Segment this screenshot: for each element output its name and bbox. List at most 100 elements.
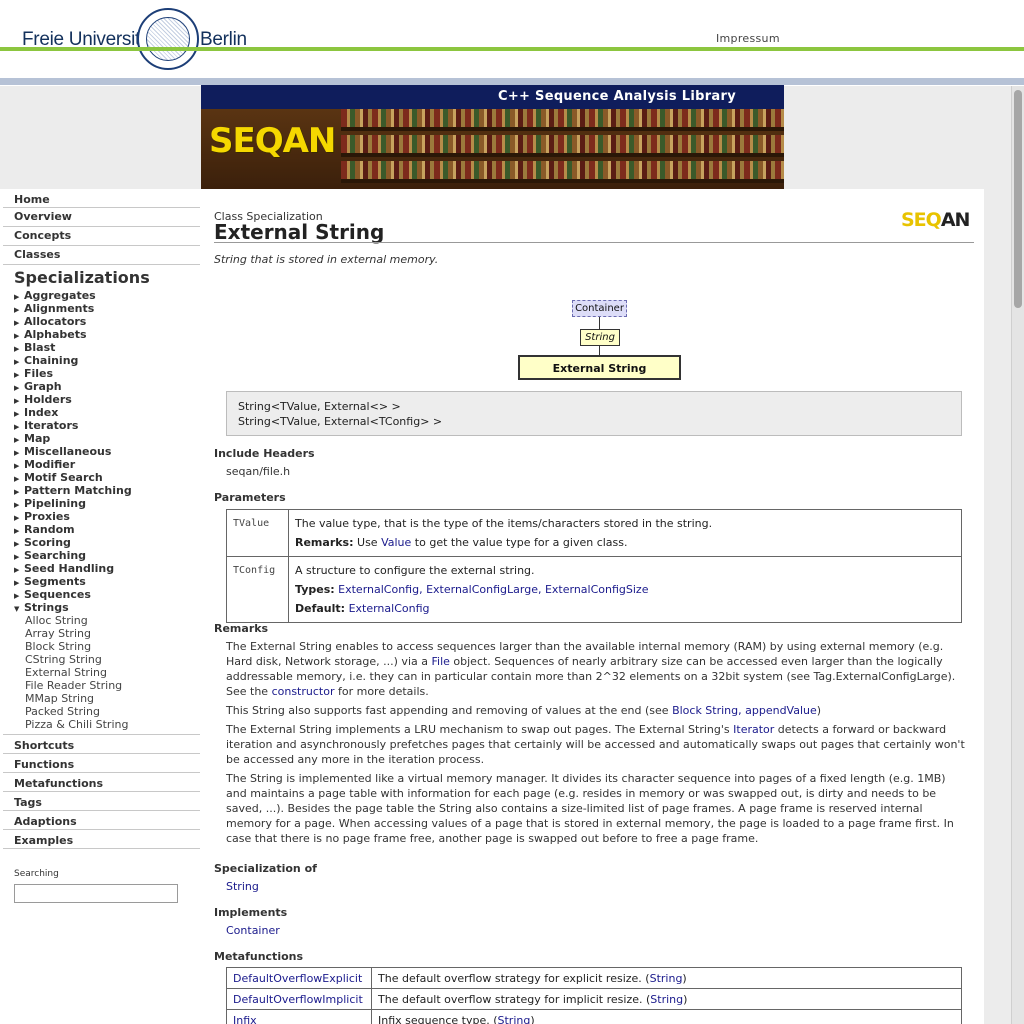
nav-category-strings[interactable]: ▼ Strings: [14, 601, 69, 614]
iterator-link[interactable]: Iterator: [733, 723, 774, 736]
nav-category-searching[interactable]: ▶ Searching: [14, 549, 86, 562]
nav-home[interactable]: Home: [14, 193, 50, 206]
nav-functions[interactable]: Functions: [14, 758, 74, 771]
nav-category-random[interactable]: ▶ Random: [14, 523, 75, 536]
file-link[interactable]: File: [431, 655, 449, 668]
nav-category-allocators[interactable]: ▶ Allocators: [14, 315, 86, 328]
param-name: TConfig: [226, 556, 289, 623]
param-description: A structure to configure the external st…: [295, 564, 535, 577]
nav-category-label: Seed Handling: [24, 562, 115, 575]
nav-category-miscellaneous[interactable]: ▶ Miscellaneous: [14, 445, 111, 458]
nav-adaptions[interactable]: Adaptions: [14, 815, 77, 828]
page-title: External String: [214, 220, 385, 244]
nav-strings-item[interactable]: CString String: [25, 653, 102, 666]
nav-strings-item[interactable]: Array String: [25, 627, 91, 640]
string-link[interactable]: String: [650, 972, 683, 985]
nav-strings-item[interactable]: External String: [25, 666, 107, 679]
external-config-types-links[interactable]: ExternalConfig, ExternalConfigLarge, Ext…: [338, 583, 648, 596]
triangle-right-icon: ▶: [14, 384, 20, 392]
triangle-right-icon: ▶: [14, 501, 20, 509]
string-link[interactable]: String: [498, 1014, 531, 1024]
nav-category-alignments[interactable]: ▶ Alignments: [14, 302, 94, 315]
nav-category-blast[interactable]: ▶ Blast: [14, 341, 55, 354]
nav-category-label: Sequences: [24, 588, 91, 601]
nav-strings-item[interactable]: Packed String: [25, 705, 100, 718]
nav-category-segments[interactable]: ▶ Segments: [14, 575, 86, 588]
metafunction-link[interactable]: DefaultOverflowExplicit: [233, 972, 362, 985]
table-row: TValue The value type, that is the type …: [226, 509, 962, 557]
nav-category-label: Alphabets: [24, 328, 87, 341]
nav-metafunctions[interactable]: Metafunctions: [14, 777, 103, 790]
scrollbar-thumb[interactable]: [1014, 90, 1022, 308]
string-link[interactable]: String: [650, 993, 683, 1006]
triangle-right-icon: ▶: [14, 358, 20, 366]
nav-category-index[interactable]: ▶ Index: [14, 406, 58, 419]
nav-concepts[interactable]: Concepts: [14, 229, 71, 242]
nav-strings-item[interactable]: Pizza & Chili String: [25, 718, 128, 731]
nav-category-modifier[interactable]: ▶ Modifier: [14, 458, 75, 471]
nav-category-files[interactable]: ▶ Files: [14, 367, 53, 380]
remarks-paragraph: The String is implemented like a virtual…: [226, 772, 954, 845]
nav-category-seed-handling[interactable]: ▶ Seed Handling: [14, 562, 114, 575]
include-header-value: seqan/file.h: [226, 465, 291, 478]
nav-category-graph[interactable]: ▶ Graph: [14, 380, 62, 393]
block-string-appendvalue-link[interactable]: Block String, appendValue: [672, 704, 817, 717]
remarks-paragraph: This String also supports fast appending…: [226, 704, 822, 717]
nav-tags[interactable]: Tags: [14, 796, 42, 809]
nav-category-holders[interactable]: ▶ Holders: [14, 393, 72, 406]
nav-category-aggregates[interactable]: ▶ Aggregates: [14, 289, 96, 302]
triangle-right-icon: ▶: [14, 514, 20, 522]
diagram-edge: [599, 317, 600, 329]
nav-strings-item[interactable]: Alloc String: [25, 614, 88, 627]
specialization-of-link[interactable]: String: [226, 880, 259, 893]
search-input[interactable]: [14, 884, 178, 903]
parameters-heading: Parameters: [214, 491, 286, 504]
metafunctions-heading: Metafunctions: [214, 950, 304, 963]
nav-category-label: Map: [24, 432, 51, 445]
nav-examples[interactable]: Examples: [14, 834, 73, 847]
fu-seal-icon[interactable]: [137, 8, 199, 70]
nav-category-sequences[interactable]: ▶ Sequences: [14, 588, 91, 601]
nav-category-iterators[interactable]: ▶ Iterators: [14, 419, 78, 432]
nav-category-alphabets[interactable]: ▶ Alphabets: [14, 328, 87, 341]
nav-category-label: Graph: [24, 380, 62, 393]
nav-strings-item[interactable]: File Reader String: [25, 679, 122, 692]
constructor-link[interactable]: constructor: [272, 685, 335, 698]
nav-overview[interactable]: Overview: [14, 210, 72, 223]
triangle-right-icon: ▶: [14, 306, 20, 314]
impressum-link[interactable]: Impressum: [716, 32, 780, 45]
nav-category-motif-search[interactable]: ▶ Motif Search: [14, 471, 103, 484]
metafunction-link[interactable]: Infix: [233, 1014, 257, 1024]
seqan-mini-logo-seq: SEQ: [901, 209, 942, 231]
seqan-banner: C++ Sequence Analysis Library SEQAN: [201, 85, 784, 189]
nav-shortcuts[interactable]: Shortcuts: [14, 739, 74, 752]
nav-category-label: Aggregates: [24, 289, 96, 302]
page-scrollbar[interactable]: [1011, 86, 1024, 1024]
diagram-container-box[interactable]: Container: [572, 300, 627, 317]
nav-category-scoring[interactable]: ▶ Scoring: [14, 536, 71, 549]
nav-category-pipelining[interactable]: ▶ Pipelining: [14, 497, 86, 510]
nav-category-chaining[interactable]: ▶ Chaining: [14, 354, 78, 367]
remarks-paragraph: The External String implements a LRU mec…: [226, 723, 965, 766]
nav-category-proxies[interactable]: ▶ Proxies: [14, 510, 70, 523]
nav-classes[interactable]: Classes: [14, 248, 60, 261]
implements-link[interactable]: Container: [226, 924, 280, 937]
metafunction-desc: The default overflow strategy for implic…: [371, 988, 962, 1010]
nav-strings-item[interactable]: Block String: [25, 640, 91, 653]
nav-specializations[interactable]: Specializations: [14, 268, 150, 287]
nav-category-label: Chaining: [24, 354, 79, 367]
table-row: Infix Infix sequence type. (String): [226, 1009, 962, 1024]
value-link[interactable]: Value: [381, 536, 411, 549]
nav-strings-item[interactable]: MMap String: [25, 692, 94, 705]
triangle-right-icon: ▶: [14, 488, 20, 496]
diagram-string-box[interactable]: String: [580, 329, 620, 346]
external-config-default-link[interactable]: ExternalConfig: [349, 602, 430, 615]
nav-category-label: Blast: [24, 341, 56, 354]
metafunction-desc: Infix sequence type. (String): [371, 1009, 962, 1024]
nav-category-pattern-matching[interactable]: ▶ Pattern Matching: [14, 484, 132, 497]
metafunction-link[interactable]: DefaultOverflowImplicit: [233, 993, 363, 1006]
triangle-right-icon: ▶: [14, 592, 20, 600]
seqan-logo[interactable]: SEQAN: [209, 121, 336, 161]
triangle-right-icon: ▶: [14, 436, 20, 444]
nav-category-map[interactable]: ▶ Map: [14, 432, 50, 445]
